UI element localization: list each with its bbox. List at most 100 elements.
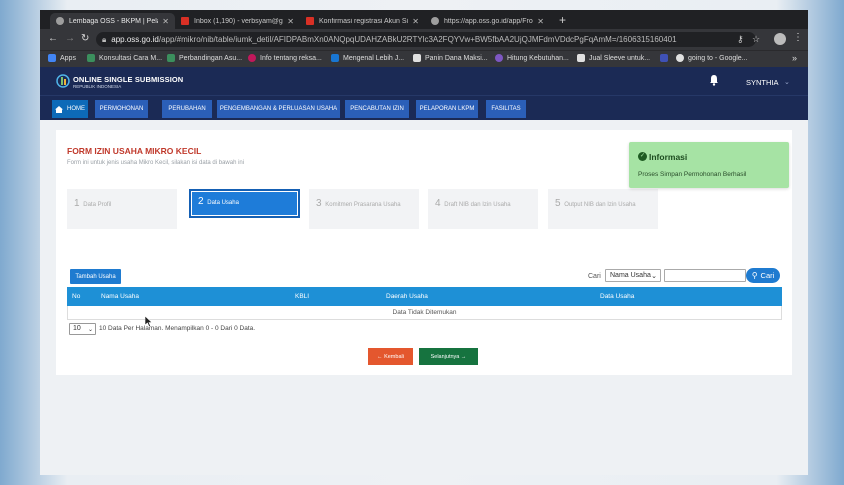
close-icon[interactable]: ✕ [537, 17, 544, 26]
logo-subtitle: REPUBLIK INDONESIA [73, 84, 122, 89]
profile-avatar[interactable] [774, 33, 786, 45]
search-input[interactable] [664, 269, 746, 282]
bookmark-item[interactable]: Jual Sleeve untuk... [577, 54, 650, 62]
reload-icon[interactable]: ↻ [81, 33, 89, 45]
bookmark-label: going to - Google... [688, 54, 748, 62]
nav-home[interactable]: HOME [52, 100, 88, 118]
bookmark-item[interactable] [660, 54, 672, 62]
bookmark-label: Perbandingan Asu... [179, 54, 243, 62]
nav-label: PENCABUTAN IZIN [350, 106, 404, 112]
globe-icon [56, 17, 64, 25]
bookmarks-bar: Apps Konsultasi Cara M... Perbandingan A… [40, 50, 808, 67]
step-data-profil[interactable]: 1 Data Profil [67, 189, 177, 229]
site-header: ONLINE SINGLE SUBMISSION REPUBLIK INDONE… [40, 67, 808, 95]
bookmark-label: Panin Dana Maksi... [425, 54, 488, 62]
menu-dots-icon[interactable]: ⋮ [793, 32, 803, 43]
search-field-select[interactable]: Nama Usaha ⌄ [605, 269, 661, 282]
search-icon: ⚲ [751, 271, 758, 280]
bookmark-item[interactable]: Konsultasi Cara M... [87, 54, 162, 62]
gmail-icon [306, 17, 314, 25]
step-label: Data Usaha [207, 200, 239, 206]
step-output-nib[interactable]: 5 Output NIB dan Izin Usaha [548, 189, 658, 229]
bookmark-favicon-icon [577, 54, 585, 62]
browser-tab-gmail[interactable]: Inbox (1,190) - verbsyam@gm ✕ [175, 13, 300, 29]
url-path: /app/#mikro/nib/table/iumk_detil/AFIDPAB… [158, 35, 677, 44]
info-toast[interactable]: ✓ Informasi Proses Simpan Permohonan Ber… [629, 142, 789, 188]
close-icon[interactable]: ✕ [412, 17, 419, 26]
tab-label: Inbox (1,190) - verbsyam@gm [194, 17, 284, 25]
nav-pencabutan[interactable]: PENCABUTAN IZIN [345, 100, 409, 118]
step-label: Draft NIB dan Izin Usaha [444, 202, 511, 208]
nav-permohonan[interactable]: PERMOHONAN [95, 100, 148, 118]
bookmark-favicon-icon [331, 54, 339, 62]
bookmark-label: Info tentang reksa... [260, 54, 322, 62]
per-page-select[interactable]: 10 ⌄ [69, 323, 96, 335]
browser-tab-oss[interactable]: Lembaga OSS - BKPM | Pelaya ✕ [50, 13, 175, 29]
step-label: Komitmen Prasarana Usaha [325, 202, 401, 208]
page-title: FORM IZIN USAHA MIKRO KECIL [67, 146, 202, 156]
user-menu[interactable]: SYNTHIA [746, 78, 779, 87]
column-header-daerah-usaha: Daerah Usaha [386, 293, 428, 300]
bookmark-item[interactable]: Info tentang reksa... [248, 54, 322, 62]
column-header-kbli: KBLI [295, 293, 310, 300]
main-navigation: HOME PERMOHONAN PERUBAHAN PENGEMBANGAN &… [40, 95, 808, 120]
nav-fasilitas[interactable]: FASILITAS [486, 100, 526, 118]
bookmark-apps[interactable]: Apps [48, 54, 76, 62]
bookmark-label: Jual Sleeve untuk... [589, 54, 651, 62]
step-number: 5 [555, 198, 561, 209]
back-arrow-icon[interactable]: ← [48, 33, 58, 45]
star-icon[interactable]: ☆ [752, 34, 760, 45]
next-button[interactable]: Selanjutnya → [419, 348, 478, 365]
oss-logo-icon [56, 74, 70, 88]
nav-pelaporan[interactable]: PELAPORAN LKPM [416, 100, 478, 118]
table-empty-row: Data Tidak Ditemukan [67, 306, 782, 320]
step-komitmen[interactable]: 3 Komitmen Prasarana Usaha [309, 189, 419, 229]
url-host: app.oss.go.id [111, 35, 159, 44]
close-icon[interactable]: ✕ [162, 17, 169, 26]
toast-message: Proses Simpan Permohonan Berhasil [638, 171, 747, 178]
chevron-down-icon[interactable]: ⌄ [784, 78, 790, 86]
step-data-usaha[interactable]: 2 Data Usaha [189, 189, 300, 218]
bookmark-item[interactable]: going to - Google... [676, 54, 748, 62]
nav-label: HOME [67, 106, 85, 112]
nav-perubahan[interactable]: PERUBAHAN [162, 100, 212, 118]
column-header-no: No [72, 293, 81, 300]
toast-title: Informasi [649, 152, 688, 162]
bookmark-item[interactable]: Panin Dana Maksi... [413, 54, 488, 62]
tab-strip: Lembaga OSS - BKPM | Pelaya ✕ Inbox (1,1… [40, 10, 808, 29]
chevron-down-icon: ⌄ [651, 273, 657, 280]
column-header-data-usaha: Data Usaha [600, 293, 635, 300]
bookmark-label: Mengenal Lebih J... [343, 54, 405, 62]
bookmark-item[interactable]: Mengenal Lebih J... [331, 54, 404, 62]
key-icon[interactable]: ⚷ [737, 34, 744, 45]
check-circle-icon: ✓ [638, 152, 647, 161]
nav-label: PELAPORAN LKPM [419, 106, 475, 112]
step-number: 3 [316, 198, 322, 209]
browser-tab-app[interactable]: https://app.oss.go.id/app/Fron ✕ [425, 13, 550, 29]
address-bar[interactable]: 🔒︎ app.oss.go.id /app/#mikro/nib/table/i… [96, 32, 756, 47]
select-value: 10 [73, 325, 81, 332]
step-number: 1 [74, 198, 80, 209]
back-button[interactable]: ← Kembali [368, 348, 413, 365]
step-label: Output NIB dan Izin Usaha [564, 202, 636, 208]
nav-pengembangan[interactable]: PENGEMBANGAN & PERLUASAN USAHA [217, 100, 340, 118]
search-button-label: Cari [760, 271, 775, 280]
step-number: 2 [198, 196, 204, 207]
bookmark-favicon-icon [87, 54, 95, 62]
step-draft-nib[interactable]: 4 Draft NIB dan Izin Usaha [428, 189, 538, 229]
browser-tab-konfirmasi[interactable]: Konfirmasi registrasi Akun Sist ✕ [300, 13, 425, 29]
bell-icon[interactable] [709, 74, 719, 86]
select-value: Nama Usaha [610, 272, 651, 279]
close-icon[interactable]: ✕ [287, 17, 294, 26]
forward-arrow-icon[interactable]: → [65, 33, 75, 45]
new-tab-button[interactable]: + [559, 13, 566, 27]
bookmark-item[interactable]: Perbandingan Asu... [167, 54, 242, 62]
bookmark-item[interactable]: Hitung Kebutuhan... [495, 54, 569, 62]
add-business-button[interactable]: Tambah Usaha [70, 269, 121, 284]
nav-label: PERUBAHAN [168, 106, 206, 112]
page-content: ONLINE SINGLE SUBMISSION REPUBLIK INDONE… [40, 67, 808, 475]
globe-icon [431, 17, 439, 25]
bookmarks-more-icon[interactable]: » [792, 53, 797, 63]
search-button[interactable]: ⚲ Cari [746, 268, 780, 283]
browser-toolbar: ← → ↻ 🔒︎ app.oss.go.id /app/#mikro/nib/t… [40, 29, 808, 50]
